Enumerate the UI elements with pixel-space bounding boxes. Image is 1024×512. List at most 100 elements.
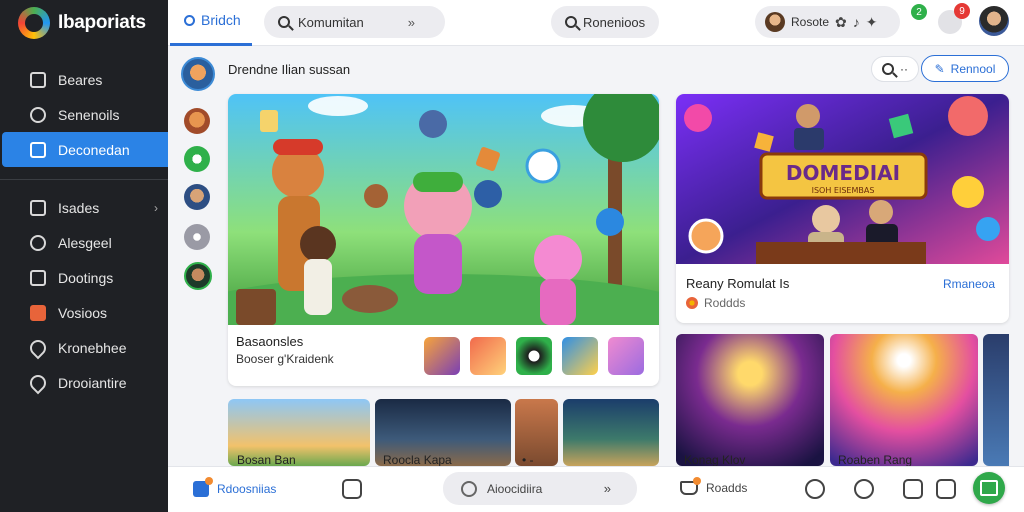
bottom-search-label: Aioocidiira: [487, 481, 543, 496]
featured-link[interactable]: Rmaneoa: [943, 277, 995, 291]
game-card[interactable]: [830, 334, 978, 466]
smile-icon[interactable]: [805, 479, 825, 499]
user-pill-label: Rosote: [791, 15, 830, 29]
rail-avatar[interactable]: [184, 146, 210, 172]
rail-avatar[interactable]: [184, 108, 210, 134]
sidebar-item-6[interactable]: Dootings: [0, 260, 168, 295]
inbox-icon: [30, 199, 46, 216]
sidebar-item-label: Drooiantire: [58, 374, 127, 391]
search-icon: [278, 16, 290, 28]
avatar: [765, 12, 785, 32]
sidebar-item-9[interactable]: Drooiantire: [0, 365, 168, 400]
notification-badge-green: 2: [911, 4, 927, 20]
game-card[interactable]: [676, 334, 824, 466]
sidebar-list-secondary: Isades › Alesgeel Dootings Vosioos Krone…: [0, 190, 168, 400]
compass-icon: [461, 480, 477, 497]
tab-home[interactable]: Bridch: [184, 12, 241, 28]
flower-icon: [686, 297, 698, 309]
thumbnail[interactable]: [424, 337, 460, 375]
community-search-label: Komumitan: [298, 14, 364, 30]
media-card[interactable]: [563, 399, 659, 466]
double-chevron-icon: »: [407, 14, 415, 30]
bottom-nav-reads[interactable]: Roadds: [680, 477, 748, 495]
sidebar-item-7[interactable]: Vosioos: [0, 295, 168, 330]
featured-meta: Roddds: [686, 296, 745, 310]
sidebar-item-label: Kronebhee: [58, 339, 127, 356]
search-button[interactable]: ··: [871, 56, 919, 82]
secondary-search-label: Ronenioos: [583, 14, 646, 30]
media-card-label: Roocla Kapa: [383, 453, 452, 467]
brand[interactable]: Ibaporiats: [0, 0, 168, 46]
game-controller-icon[interactable]: [342, 479, 362, 499]
page-title: Drendne Ilian sussan: [228, 62, 351, 77]
sidebar-item-5[interactable]: Alesgeel: [0, 225, 168, 260]
rail-avatar[interactable]: [181, 57, 215, 91]
thumbnail[interactable]: [562, 337, 598, 375]
sidebar-item-label: Vosioos: [58, 304, 108, 321]
rail-avatar[interactable]: [184, 262, 212, 290]
sidebar-list: Beares Senenoils Deconedan: [0, 62, 168, 167]
store-fab-button[interactable]: [973, 472, 1005, 504]
sidebar-item-label: Deconedan: [58, 141, 130, 158]
sidebar-item-1[interactable]: Beares: [0, 62, 168, 97]
sidebar-item-label: Senenoils: [58, 106, 120, 123]
sidebar: Ibaporiats Beares Senenoils Deconedan Is…: [0, 0, 168, 512]
search-button-dots: ··: [900, 62, 908, 76]
thumbnail[interactable]: [516, 337, 552, 375]
pencil-icon: ✎: [934, 61, 945, 76]
thumbnail[interactable]: [608, 337, 644, 375]
music-icon[interactable]: ♪: [853, 14, 860, 30]
sidebar-item-label: Beares: [58, 71, 103, 88]
magic-icon[interactable]: ✦: [866, 14, 878, 31]
user-icon: [30, 106, 46, 123]
media-card-label: • -: [522, 453, 534, 467]
sidebar-item-2[interactable]: Senenoils: [0, 97, 168, 132]
double-chevron-icon: »: [603, 481, 611, 496]
secondary-search[interactable]: Ronenioos: [551, 6, 659, 38]
brand-name: Ibaporiats: [58, 12, 146, 33]
sidebar-item-4[interactable]: Isades ›: [0, 190, 168, 225]
user-pill[interactable]: Rosote ✿ ♪ ✦: [755, 6, 900, 38]
cart-icon: [680, 477, 701, 495]
hero-subtitle: Booser g'Kraidenk: [236, 352, 334, 366]
gallery-icon[interactable]: [903, 479, 923, 499]
hero-card[interactable]: Basaonsles Booser g'Kraidenk: [228, 94, 659, 386]
rail-avatar[interactable]: [184, 224, 210, 250]
sidebar-item-label: Dootings: [58, 269, 114, 286]
create-button-label: Rennool: [950, 61, 996, 76]
bottom-nav-home-label: Rdoosniias: [217, 482, 277, 496]
hero-illustration: [228, 94, 659, 325]
rail-avatar[interactable]: [184, 184, 210, 210]
checkbox-icon: [30, 269, 46, 286]
media-card-label: Bosan Ban: [237, 453, 296, 467]
create-button[interactable]: ✎ Rennool: [921, 55, 1009, 82]
top-bar: Bridch Komumitan » Ronenioos Rosote ✿ ♪ …: [168, 0, 1024, 46]
chevron-right-icon: ›: [154, 200, 158, 215]
search-icon: [565, 16, 577, 28]
bottom-nav-home[interactable]: Rdoosniias: [193, 477, 277, 497]
pin-icon: [26, 336, 50, 359]
calendar-icon: [30, 141, 46, 158]
sidebar-item-8[interactable]: Kronebhee: [0, 330, 168, 365]
community-search[interactable]: Komumitan »: [264, 6, 445, 38]
featured-illustration: DOMEDIAI ISOH EISEMBAS: [676, 94, 1009, 264]
sidebar-item-label: Alesgeel: [58, 234, 112, 251]
sidebar-item-label: Isades: [58, 199, 100, 216]
chat-icon[interactable]: [854, 479, 874, 499]
featured-card[interactable]: DOMEDIAI ISOH EISEMBAS Reany Romulat Is …: [676, 94, 1009, 323]
profile-avatar[interactable]: [979, 6, 1009, 36]
home-icon: [184, 14, 195, 26]
bottom-nav-reads-label: Roadds: [706, 481, 748, 495]
tab-home-label: Bridch: [201, 12, 241, 28]
message-icon: [30, 234, 46, 251]
mail-icon: [30, 304, 46, 321]
contacts-rail: [168, 46, 224, 466]
apps-icon[interactable]: ✿: [835, 14, 847, 31]
thumbnail[interactable]: [470, 337, 506, 375]
featured-title: Reany Romulat Is: [686, 276, 790, 291]
game-card[interactable]: [983, 334, 1009, 466]
banner-subtext: ISOH EISEMBAS: [812, 186, 875, 195]
bottom-search[interactable]: Aioocidiira »: [443, 472, 637, 505]
sidebar-item-3-active[interactable]: Deconedan: [2, 132, 168, 167]
message-icon[interactable]: [936, 479, 956, 499]
